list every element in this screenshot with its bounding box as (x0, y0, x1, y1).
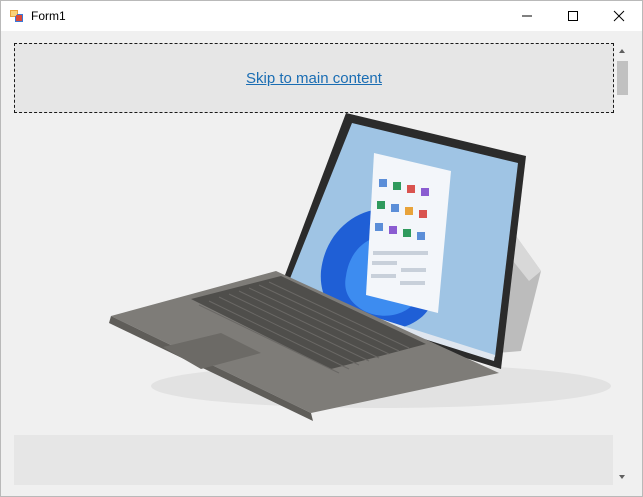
scroll-up-icon (619, 49, 625, 53)
close-button[interactable] (596, 1, 642, 31)
app-window: Form1 Skip to main content (0, 0, 643, 497)
vertical-scrollbar[interactable] (615, 43, 629, 487)
skip-link-panel: Skip to main content (14, 43, 614, 113)
skip-to-main-content-link[interactable]: Skip to main content (246, 70, 382, 87)
minimize-button[interactable] (504, 1, 550, 31)
close-icon (613, 10, 625, 22)
scroll-thumb[interactable] (617, 61, 628, 95)
scroll-up-button[interactable] (615, 43, 629, 59)
surface-laptop-tablet-image (109, 113, 611, 421)
scroll-down-button[interactable] (615, 469, 629, 485)
maximize-button[interactable] (550, 1, 596, 31)
window-title: Form1 (31, 9, 66, 23)
minimize-icon (522, 15, 532, 17)
app-icon (10, 10, 23, 22)
maximize-icon (568, 11, 578, 21)
scroll-down-icon (619, 475, 625, 479)
title-bar[interactable]: Form1 (1, 1, 642, 31)
form-content: Skip to main content (1, 31, 642, 496)
bottom-panel (14, 435, 613, 485)
